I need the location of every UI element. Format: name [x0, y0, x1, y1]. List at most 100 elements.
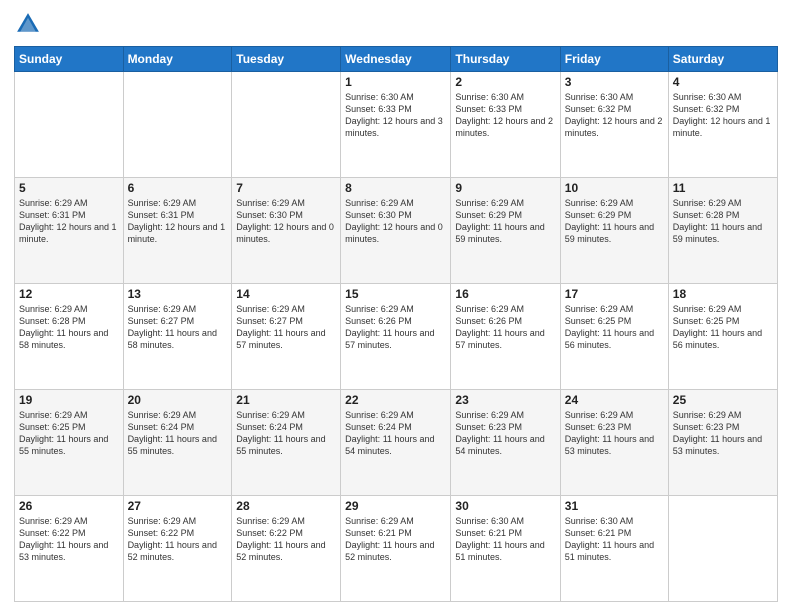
- calendar-cell: 1 Sunrise: 6:30 AM Sunset: 6:33 PM Daylig…: [341, 72, 451, 178]
- calendar-cell: [123, 72, 232, 178]
- day-info: Sunrise: 6:29 AM Sunset: 6:23 PM Dayligh…: [673, 409, 773, 458]
- day-info: Sunrise: 6:29 AM Sunset: 6:31 PM Dayligh…: [128, 197, 228, 246]
- day-info: Sunrise: 6:29 AM Sunset: 6:24 PM Dayligh…: [128, 409, 228, 458]
- calendar-cell: 18 Sunrise: 6:29 AM Sunset: 6:25 PM Dayli…: [668, 284, 777, 390]
- day-number: 26: [19, 499, 119, 513]
- calendar-cell: 22 Sunrise: 6:29 AM Sunset: 6:24 PM Dayli…: [341, 390, 451, 496]
- calendar-cell: 29Sunrise: 6:29 AM Sunset: 6:21 PM Dayli…: [341, 496, 451, 602]
- calendar-table: SundayMondayTuesdayWednesdayThursdayFrid…: [14, 46, 778, 602]
- day-number: 3: [565, 75, 664, 89]
- calendar-cell: 10Sunrise: 6:29 AM Sunset: 6:29 PM Dayli…: [560, 178, 668, 284]
- day-number: 17: [565, 287, 664, 301]
- day-number: 20: [128, 393, 228, 407]
- calendar-cell: 9 Sunrise: 6:29 AM Sunset: 6:29 PM Daylig…: [451, 178, 560, 284]
- calendar-week-row: 26 Sunrise: 6:29 AM Sunset: 6:22 PM Dayli…: [15, 496, 778, 602]
- calendar-cell: [232, 72, 341, 178]
- day-info: Sunrise: 6:29 AM Sunset: 6:27 PM Dayligh…: [128, 303, 228, 352]
- day-info: Sunrise: 6:29 AM Sunset: 6:29 PM Dayligh…: [565, 197, 664, 246]
- logo-icon: [14, 10, 42, 38]
- calendar-cell: 4Sunrise: 6:30 AM Sunset: 6:32 PM Daylig…: [668, 72, 777, 178]
- weekday-header-tuesday: Tuesday: [232, 47, 341, 72]
- day-info: Sunrise: 6:29 AM Sunset: 6:22 PM Dayligh…: [236, 515, 336, 564]
- day-info: Sunrise: 6:29 AM Sunset: 6:31 PM Dayligh…: [19, 197, 119, 246]
- day-info: Sunrise: 6:29 AM Sunset: 6:24 PM Dayligh…: [236, 409, 336, 458]
- weekday-header-monday: Monday: [123, 47, 232, 72]
- day-info: Sunrise: 6:29 AM Sunset: 6:23 PM Dayligh…: [455, 409, 555, 458]
- day-info: Sunrise: 6:29 AM Sunset: 6:26 PM Dayligh…: [345, 303, 446, 352]
- day-info: Sunrise: 6:29 AM Sunset: 6:27 PM Dayligh…: [236, 303, 336, 352]
- day-number: 5: [19, 181, 119, 195]
- day-number: 31: [565, 499, 664, 513]
- day-info: Sunrise: 6:29 AM Sunset: 6:25 PM Dayligh…: [673, 303, 773, 352]
- calendar-cell: 3 Sunrise: 6:30 AM Sunset: 6:32 PM Daylig…: [560, 72, 668, 178]
- day-number: 24: [565, 393, 664, 407]
- day-number: 22: [345, 393, 446, 407]
- day-info: Sunrise: 6:29 AM Sunset: 6:29 PM Dayligh…: [455, 197, 555, 246]
- weekday-header-thursday: Thursday: [451, 47, 560, 72]
- day-number: 7: [236, 181, 336, 195]
- calendar-cell: 23 Sunrise: 6:29 AM Sunset: 6:23 PM Dayli…: [451, 390, 560, 496]
- day-info: Sunrise: 6:30 AM Sunset: 6:33 PM Dayligh…: [345, 91, 446, 140]
- calendar-cell: 7Sunrise: 6:29 AM Sunset: 6:30 PM Daylig…: [232, 178, 341, 284]
- page-header: [14, 10, 778, 38]
- calendar-cell: 30 Sunrise: 6:30 AM Sunset: 6:21 PM Dayli…: [451, 496, 560, 602]
- calendar-cell: 21Sunrise: 6:29 AM Sunset: 6:24 PM Dayli…: [232, 390, 341, 496]
- day-info: Sunrise: 6:30 AM Sunset: 6:32 PM Dayligh…: [673, 91, 773, 140]
- day-number: 16: [455, 287, 555, 301]
- day-info: Sunrise: 6:29 AM Sunset: 6:23 PM Dayligh…: [565, 409, 664, 458]
- day-info: Sunrise: 6:29 AM Sunset: 6:22 PM Dayligh…: [19, 515, 119, 564]
- day-info: Sunrise: 6:29 AM Sunset: 6:28 PM Dayligh…: [19, 303, 119, 352]
- calendar-cell: 16 Sunrise: 6:29 AM Sunset: 6:26 PM Dayli…: [451, 284, 560, 390]
- day-number: 12: [19, 287, 119, 301]
- logo: [14, 10, 46, 38]
- weekday-header-sunday: Sunday: [15, 47, 124, 72]
- calendar-cell: 19Sunrise: 6:29 AM Sunset: 6:25 PM Dayli…: [15, 390, 124, 496]
- day-number: 6: [128, 181, 228, 195]
- calendar-cell: 5 Sunrise: 6:29 AM Sunset: 6:31 PM Daylig…: [15, 178, 124, 284]
- calendar-cell: 14 Sunrise: 6:29 AM Sunset: 6:27 PM Dayli…: [232, 284, 341, 390]
- day-number: 18: [673, 287, 773, 301]
- weekday-header-wednesday: Wednesday: [341, 47, 451, 72]
- day-number: 15: [345, 287, 446, 301]
- calendar-cell: 26 Sunrise: 6:29 AM Sunset: 6:22 PM Dayli…: [15, 496, 124, 602]
- day-info: Sunrise: 6:30 AM Sunset: 6:21 PM Dayligh…: [455, 515, 555, 564]
- calendar-cell: 31 Sunrise: 6:30 AM Sunset: 6:21 PM Dayli…: [560, 496, 668, 602]
- day-number: 29: [345, 499, 446, 513]
- weekday-header-saturday: Saturday: [668, 47, 777, 72]
- day-number: 14: [236, 287, 336, 301]
- calendar-cell: 6 Sunrise: 6:29 AM Sunset: 6:31 PM Daylig…: [123, 178, 232, 284]
- calendar-cell: [15, 72, 124, 178]
- calendar-cell: 24 Sunrise: 6:29 AM Sunset: 6:23 PM Dayli…: [560, 390, 668, 496]
- day-number: 28: [236, 499, 336, 513]
- calendar-cell: 13Sunrise: 6:29 AM Sunset: 6:27 PM Dayli…: [123, 284, 232, 390]
- calendar-cell: 8 Sunrise: 6:29 AM Sunset: 6:30 PM Daylig…: [341, 178, 451, 284]
- day-info: Sunrise: 6:29 AM Sunset: 6:26 PM Dayligh…: [455, 303, 555, 352]
- calendar-cell: 15 Sunrise: 6:29 AM Sunset: 6:26 PM Dayli…: [341, 284, 451, 390]
- calendar-cell: 20 Sunrise: 6:29 AM Sunset: 6:24 PM Dayli…: [123, 390, 232, 496]
- day-info: Sunrise: 6:29 AM Sunset: 6:28 PM Dayligh…: [673, 197, 773, 246]
- calendar-week-row: 12 Sunrise: 6:29 AM Sunset: 6:28 PM Dayli…: [15, 284, 778, 390]
- calendar-cell: 11Sunrise: 6:29 AM Sunset: 6:28 PM Dayli…: [668, 178, 777, 284]
- day-info: Sunrise: 6:29 AM Sunset: 6:30 PM Dayligh…: [345, 197, 446, 246]
- day-info: Sunrise: 6:30 AM Sunset: 6:32 PM Dayligh…: [565, 91, 664, 140]
- day-number: 8: [345, 181, 446, 195]
- calendar-cell: 25 Sunrise: 6:29 AM Sunset: 6:23 PM Dayli…: [668, 390, 777, 496]
- day-number: 30: [455, 499, 555, 513]
- weekday-header-row: SundayMondayTuesdayWednesdayThursdayFrid…: [15, 47, 778, 72]
- calendar-cell: [668, 496, 777, 602]
- calendar-week-row: 5 Sunrise: 6:29 AM Sunset: 6:31 PM Daylig…: [15, 178, 778, 284]
- day-number: 9: [455, 181, 555, 195]
- day-number: 1: [345, 75, 446, 89]
- weekday-header-friday: Friday: [560, 47, 668, 72]
- calendar-cell: 17Sunrise: 6:29 AM Sunset: 6:25 PM Dayli…: [560, 284, 668, 390]
- calendar-cell: 27Sunrise: 6:29 AM Sunset: 6:22 PM Dayli…: [123, 496, 232, 602]
- day-number: 25: [673, 393, 773, 407]
- calendar-week-row: 1 Sunrise: 6:30 AM Sunset: 6:33 PM Daylig…: [15, 72, 778, 178]
- day-number: 27: [128, 499, 228, 513]
- day-info: Sunrise: 6:30 AM Sunset: 6:21 PM Dayligh…: [565, 515, 664, 564]
- calendar-cell: 2Sunrise: 6:30 AM Sunset: 6:33 PM Daylig…: [451, 72, 560, 178]
- day-info: Sunrise: 6:29 AM Sunset: 6:24 PM Dayligh…: [345, 409, 446, 458]
- day-number: 23: [455, 393, 555, 407]
- calendar-cell: 28 Sunrise: 6:29 AM Sunset: 6:22 PM Dayli…: [232, 496, 341, 602]
- day-info: Sunrise: 6:30 AM Sunset: 6:33 PM Dayligh…: [455, 91, 555, 140]
